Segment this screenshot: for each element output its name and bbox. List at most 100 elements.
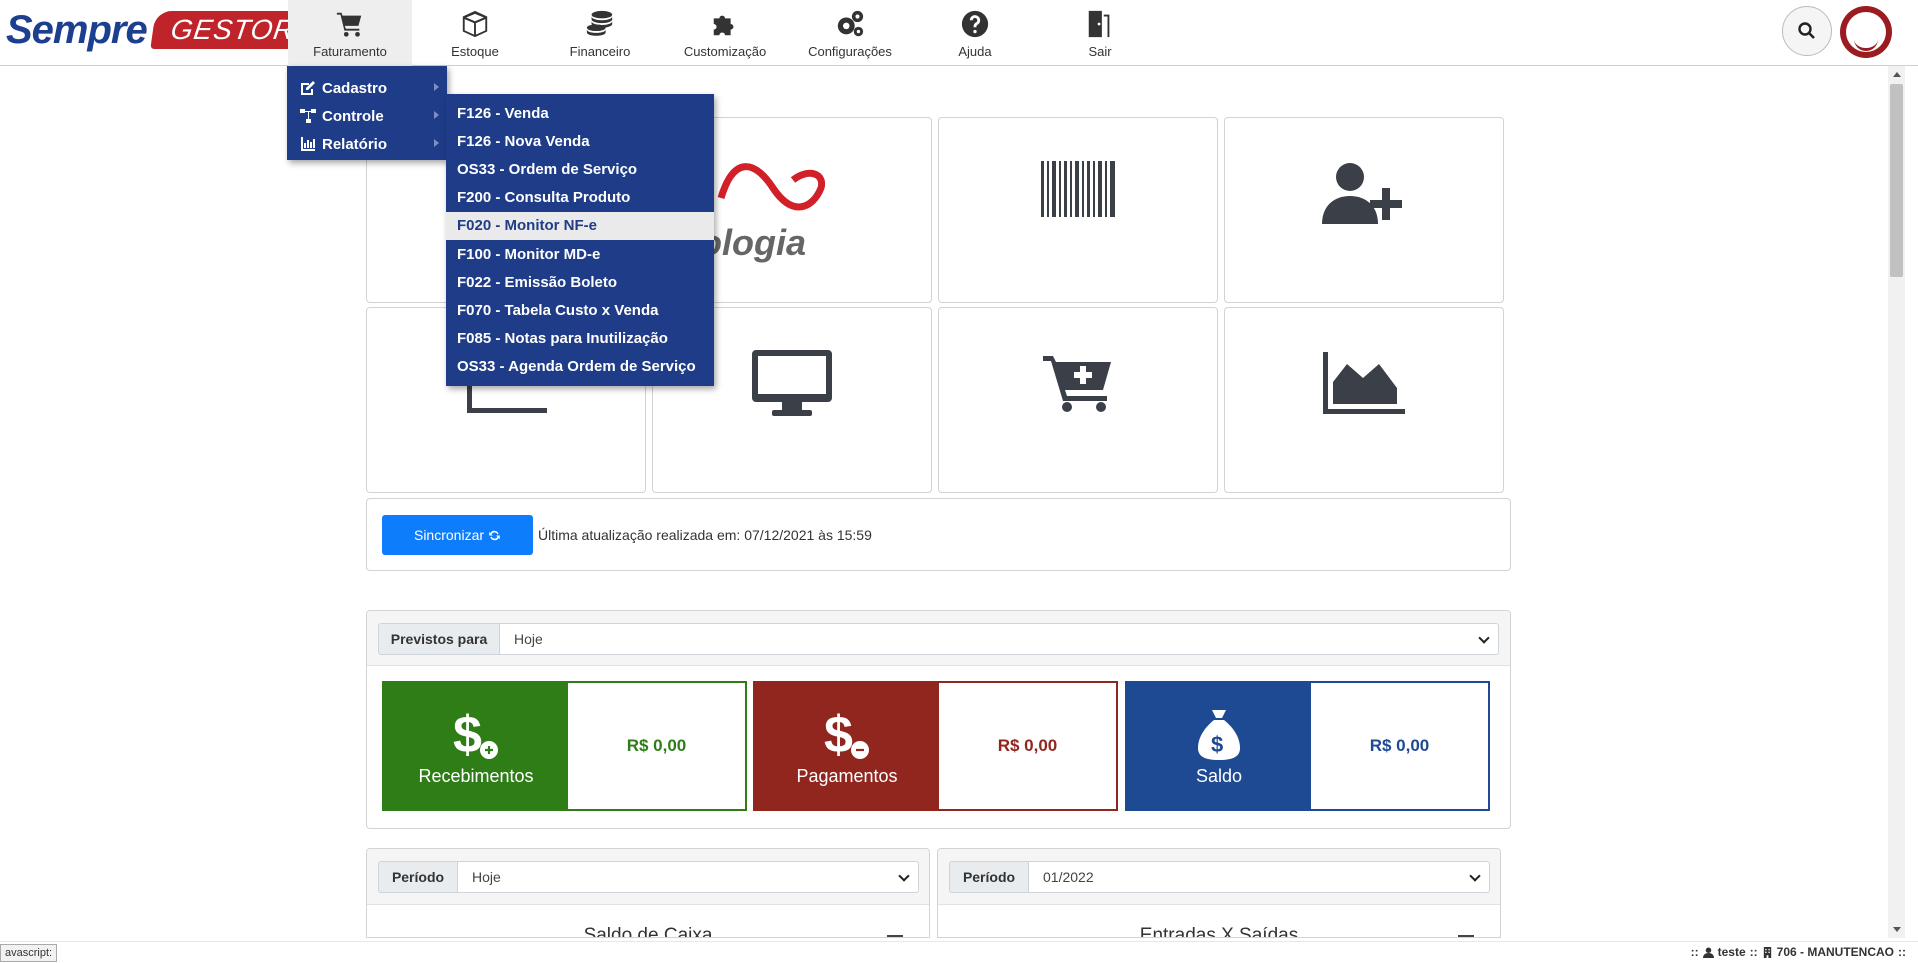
dollar-plus-icon: $ xyxy=(453,706,498,762)
period-filter-label: Período xyxy=(949,861,1029,893)
submenu-item-f085-notas-inutilizacao[interactable]: F085 - Notas para Inutilização xyxy=(446,325,714,353)
tile-new-sale[interactable] xyxy=(938,307,1218,493)
tile-barcode[interactable] xyxy=(938,117,1218,303)
sync-panel: Sincronizar Última atualização realizada… xyxy=(366,498,1511,571)
submenu-item-f100-monitor-mde[interactable]: F100 - Monitor MD-e xyxy=(446,240,714,268)
forecast-filter-select[interactable]: Hoje xyxy=(499,623,1499,655)
nav-faturamento[interactable]: Faturamento xyxy=(288,0,412,66)
collapse-icon[interactable] xyxy=(887,935,903,937)
search-button[interactable] xyxy=(1782,6,1832,56)
menu-item-label: Controle xyxy=(322,107,384,125)
nav-label: Estoque xyxy=(451,44,499,59)
nav-customizacao[interactable]: Customização xyxy=(663,0,787,66)
period-filter-value: Hoje xyxy=(472,869,501,885)
chevron-right-icon xyxy=(434,111,439,119)
svg-text:$: $ xyxy=(453,706,482,762)
nav-estoque[interactable]: Estoque xyxy=(413,0,537,66)
status-bar: avascript: :: teste :: 706 - MANUTENCAO … xyxy=(0,941,1918,963)
menu-item-label: Relatório xyxy=(322,135,388,153)
submenu-item-os33-ordem-servico[interactable]: OS33 - Ordem de Serviço xyxy=(446,155,714,183)
sync-button[interactable]: Sincronizar xyxy=(382,515,533,555)
gears-icon xyxy=(834,8,866,40)
nav-label: Faturamento xyxy=(313,44,387,59)
user-avatar[interactable] xyxy=(1840,6,1892,58)
card-recebimentos-value: R$ 0,00 xyxy=(568,683,745,809)
nav-label: Ajuda xyxy=(958,44,992,59)
nav-sair[interactable]: Sair xyxy=(1038,0,1162,66)
panel-title: Saldo de Caixa xyxy=(583,925,713,938)
card-pagamentos-label-area: $ Pagamentos xyxy=(755,683,939,809)
period-filter-select[interactable]: Hoje xyxy=(457,861,919,893)
chevron-right-icon xyxy=(434,83,439,91)
card-recebimentos-label-area: $ Recebimentos xyxy=(384,683,568,809)
panel-saldo-caixa-header: Período Hoje xyxy=(367,849,929,905)
menu-item-controle[interactable]: Controle xyxy=(287,102,447,130)
last-update-text: Última atualização realizada em: 07/12/2… xyxy=(538,527,872,543)
menu-item-relatorio[interactable]: Relatório xyxy=(287,130,447,158)
card-saldo-value: R$ 0,00 xyxy=(1311,683,1488,809)
box-icon xyxy=(459,8,491,40)
user-plus-icon xyxy=(1322,163,1402,224)
session-info: :: teste :: 706 - MANUTENCAO :: xyxy=(1691,945,1906,959)
period-filter-label: Período xyxy=(378,861,458,893)
bar-chart-icon xyxy=(299,136,317,152)
top-navbar: Sempre GESTOR Faturamento Estoque Financ… xyxy=(0,0,1918,66)
collapse-icon[interactable] xyxy=(1458,935,1474,937)
period-filter-value: 01/2022 xyxy=(1043,869,1094,885)
submenu-item-f020-monitor-nfe[interactable]: F020 - Monitor NF-e xyxy=(446,211,714,240)
door-exit-icon xyxy=(1084,8,1116,40)
dollar-minus-icon: $ xyxy=(824,706,869,762)
submenu-item-f070-tabela-custo-venda[interactable]: F070 - Tabela Custo x Venda xyxy=(446,296,714,324)
refresh-icon xyxy=(489,530,500,540)
nav-ajuda[interactable]: Ajuda xyxy=(913,0,1037,66)
submenu-item-f126-venda[interactable]: F126 - Venda xyxy=(446,99,714,127)
nav-configuracoes[interactable]: Configurações xyxy=(788,0,912,66)
faturamento-dropdown: Cadastro Controle Relatório xyxy=(287,66,447,160)
card-saldo[interactable]: $ Saldo R$ 0,00 xyxy=(1125,681,1490,811)
panel-entradas-saidas: Período 01/2022 Entradas X Saídas xyxy=(937,848,1501,938)
card-saldo-label: Saldo xyxy=(1195,765,1243,786)
brand-logo[interactable]: Sempre GESTOR xyxy=(6,6,312,54)
brand-fragment-text: ologia xyxy=(700,222,806,263)
logo-gestor-text: GESTOR xyxy=(150,11,312,49)
status-separator: :: xyxy=(1749,945,1758,959)
panel-saldo-caixa: Período Hoje Saldo de Caixa xyxy=(366,848,930,938)
submenu-item-os33-agenda-ordem-servico[interactable]: OS33 - Agenda Ordem de Serviço xyxy=(446,353,714,381)
cart-plus-icon xyxy=(1043,356,1111,412)
nav-label: Financeiro xyxy=(569,44,631,59)
tile-add-client[interactable] xyxy=(1224,117,1504,303)
submenu-item-f022-emissao-boleto[interactable]: F022 - Emissão Boleto xyxy=(446,268,714,296)
chevron-down-icon xyxy=(1469,870,1481,882)
finance-summary-header: Previstos para Hoje xyxy=(367,611,1510,666)
panel-entradas-saidas-header: Período 01/2022 xyxy=(938,849,1500,905)
nav-label: Sair xyxy=(1088,44,1112,59)
logo-tile-icon xyxy=(717,163,826,211)
scroll-down-arrow[interactable] xyxy=(1888,921,1905,938)
search-icon xyxy=(1798,22,1815,39)
sitemap-icon xyxy=(299,108,317,124)
logo-sempre-text: Sempre xyxy=(6,7,148,52)
scrollbar-thumb[interactable] xyxy=(1890,84,1903,277)
chevron-right-icon xyxy=(434,139,439,147)
scroll-up-arrow[interactable] xyxy=(1888,66,1905,83)
panel-title: Entradas X Saídas xyxy=(1139,925,1299,938)
tile-area-chart[interactable] xyxy=(1224,307,1504,493)
chevron-down-icon xyxy=(1478,632,1490,644)
chevron-down-icon xyxy=(898,870,910,882)
submenu-item-f126-nova-venda[interactable]: F126 - Nova Venda xyxy=(446,127,714,155)
cart-icon xyxy=(334,8,366,40)
sync-button-label: Sincronizar xyxy=(413,527,485,543)
status-user: teste xyxy=(1717,945,1746,959)
monitor-icon xyxy=(752,350,832,416)
nav-financeiro[interactable]: Financeiro xyxy=(538,0,662,66)
card-recebimentos[interactable]: $ Recebimentos R$ 0,00 xyxy=(382,681,747,811)
puzzle-icon xyxy=(709,8,741,40)
period-filter-select[interactable]: 01/2022 xyxy=(1028,861,1490,893)
avatar-icon xyxy=(1846,12,1886,52)
menu-item-cadastro[interactable]: Cadastro xyxy=(287,74,447,102)
status-company: 706 - MANUTENCAO xyxy=(1776,945,1894,959)
svg-text:$: $ xyxy=(1211,732,1223,757)
card-pagamentos-value: R$ 0,00 xyxy=(939,683,1116,809)
card-pagamentos[interactable]: $ Pagamentos R$ 0,00 xyxy=(753,681,1118,811)
submenu-item-f200-consulta-produto[interactable]: F200 - Consulta Produto xyxy=(446,184,714,212)
